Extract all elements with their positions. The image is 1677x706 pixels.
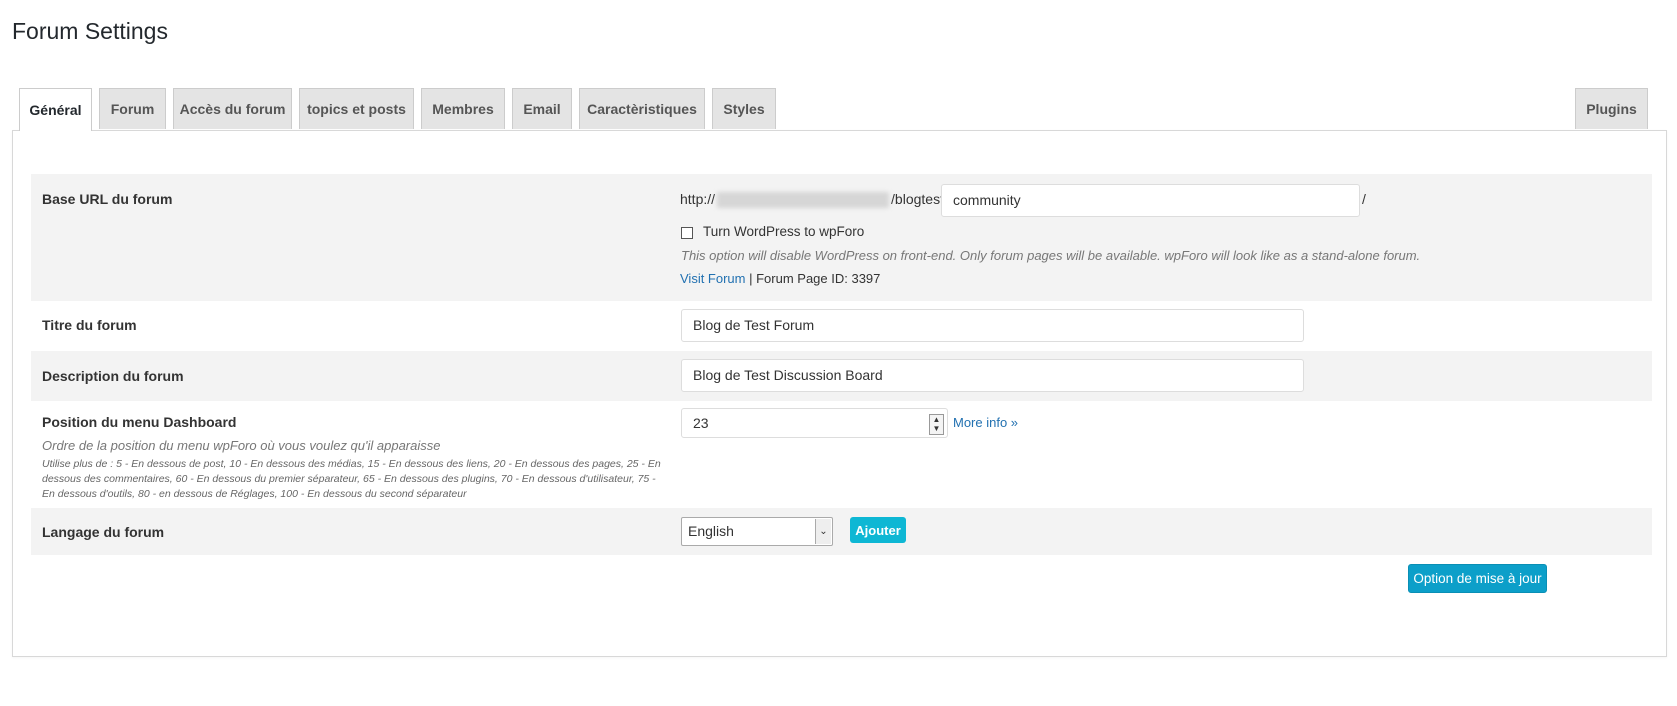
tab-plugins[interactable]: Plugins: [1575, 88, 1648, 129]
menu-position-value: 23: [693, 415, 709, 431]
tab-email[interactable]: Email: [512, 88, 572, 129]
redacted-domain: [717, 192, 890, 209]
up-down-arrows-icon[interactable]: ▲ ▼: [929, 414, 944, 435]
forum-slug-input[interactable]: community: [941, 184, 1360, 217]
menu-position-label: Position du menu Dashboard: [42, 414, 237, 430]
visit-forum-link[interactable]: Visit Forum: [680, 271, 746, 286]
tab-forum[interactable]: Forum: [99, 88, 166, 129]
settings-panel: Base URL du forum http:// /blogtest/ comm…: [12, 130, 1667, 657]
update-options-button[interactable]: Option de mise à jour: [1408, 564, 1547, 593]
base-url-prefix: http:// /blogtest/: [680, 191, 948, 209]
language-select[interactable]: English ⌄: [681, 517, 833, 546]
page-title: Forum Settings: [12, 18, 168, 44]
forum-description-label: Description du forum: [42, 368, 184, 384]
tab-forum-access[interactable]: Accès du forum: [173, 88, 292, 129]
base-url-scheme: http://: [680, 191, 716, 207]
tab-styles[interactable]: Styles: [712, 88, 776, 129]
forum-title-label: Titre du forum: [42, 317, 137, 333]
base-url-row: Base URL du forum http:// /blogtest/ comm…: [31, 174, 1652, 301]
menu-position-input[interactable]: 23 ▲ ▼: [681, 408, 948, 438]
turn-wp-to-wpforo-label: Turn WordPress to wpForo: [703, 224, 865, 239]
forum-description-row: Description du forum Blog de Test Discus…: [31, 351, 1652, 401]
base-url-suffix: /: [1362, 191, 1366, 207]
chevron-down-icon: ⌄: [815, 519, 831, 544]
forum-title-row: Titre du forum Blog de Test Forum: [31, 301, 1652, 351]
turn-wp-to-wpforo-checkbox[interactable]: [681, 227, 693, 239]
base-url-path: /blogtest/: [891, 191, 948, 207]
tab-topics-posts[interactable]: topics et posts: [299, 88, 414, 129]
forum-title-input[interactable]: Blog de Test Forum: [681, 309, 1304, 342]
forum-page-id: Forum Page ID: 3397: [756, 271, 881, 286]
menu-position-row: Position du menu Dashboard Ordre de la p…: [31, 401, 1652, 508]
tab-members[interactable]: Membres: [421, 88, 505, 129]
settings-tabs: Général Forum Accès du forum topics et p…: [19, 88, 1651, 131]
tab-features[interactable]: Caractèristiques: [579, 88, 705, 129]
forum-links: Visit Forum | Forum Page ID: 3397: [680, 271, 880, 286]
forum-language-label: Langage du forum: [42, 524, 165, 540]
stand-alone-hint: This option will disable WordPress on fr…: [681, 248, 1421, 263]
tab-general[interactable]: Général: [19, 88, 92, 131]
forum-language-row: Langage du forum English ⌄ Ajouter: [31, 508, 1652, 555]
menu-position-hint: Ordre de la position du menu wpForo où v…: [42, 438, 441, 453]
add-language-button[interactable]: Ajouter: [850, 517, 906, 543]
forum-description-input[interactable]: Blog de Test Discussion Board: [681, 359, 1304, 392]
link-separator: |: [745, 271, 757, 286]
menu-position-details: Utilise plus de : 5 - En dessous de post…: [42, 458, 661, 500]
base-url-label: Base URL du forum: [42, 191, 173, 207]
more-info-link[interactable]: More info »: [953, 415, 1018, 430]
language-selected: English: [688, 523, 734, 539]
